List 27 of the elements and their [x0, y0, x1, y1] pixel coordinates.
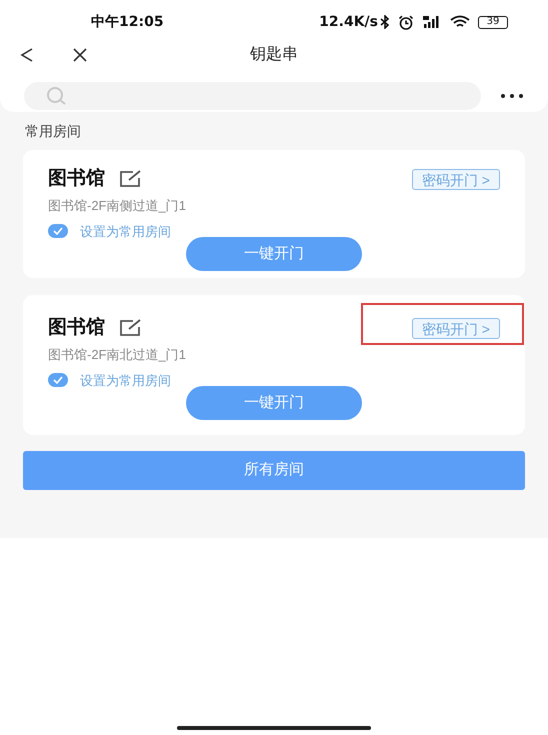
room-name: 图书馆 [48, 316, 105, 340]
one-tap-unlock-button[interactable]: 一键开门 [186, 237, 362, 271]
close-icon[interactable] [72, 47, 88, 63]
one-tap-unlock-button[interactable]: 一键开门 [186, 386, 362, 420]
room-name: 图书馆 [48, 166, 105, 191]
edit-icon[interactable] [119, 319, 143, 337]
wifi-icon [450, 15, 470, 29]
check-icon[interactable] [48, 224, 68, 238]
check-icon[interactable] [48, 373, 68, 388]
favorite-label: 设置为常用房间 [80, 372, 171, 390]
door-location: 图书馆-2F南北过道_门1 [48, 346, 187, 364]
all-rooms-button[interactable]: 所有房间 [23, 451, 525, 490]
edit-icon[interactable] [119, 170, 143, 188]
search-field[interactable] [24, 82, 481, 110]
door-location: 图书馆-2F南侧过道_门1 [48, 197, 187, 215]
section-title: 常用房间 [24, 122, 82, 141]
status-time: 中午12:05 [91, 12, 164, 32]
favorite-label: 设置为常用房间 [80, 222, 171, 240]
bluetooth-icon [380, 15, 390, 29]
search-icon [46, 86, 68, 106]
back-icon[interactable] [20, 47, 34, 63]
password-unlock-button[interactable]: 密码开门 > [412, 318, 500, 338]
password-unlock-button[interactable]: 密码开门 > [412, 168, 500, 190]
more-icon[interactable] [500, 93, 524, 99]
alarm-icon [398, 14, 414, 30]
page-title: 钥匙串 [250, 44, 298, 65]
network-speed: 12.4K/s [319, 12, 378, 32]
